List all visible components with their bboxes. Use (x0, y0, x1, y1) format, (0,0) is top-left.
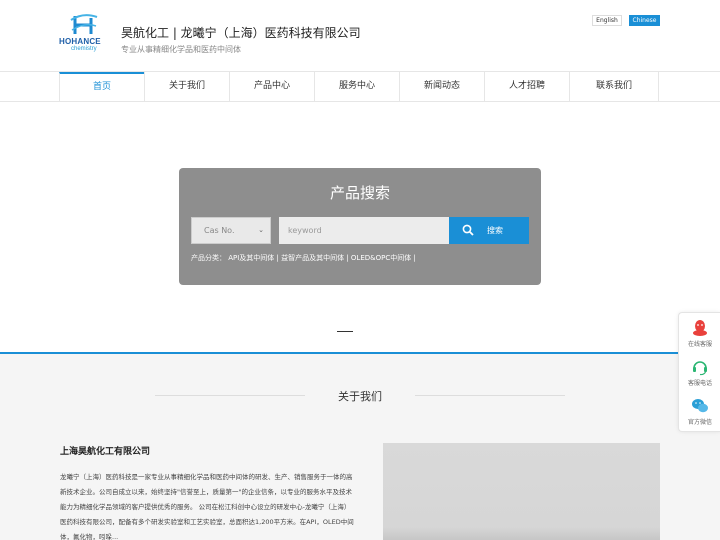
company-name: 昊航化工 | 龙曦宁（上海）医药科技有限公司 (121, 26, 361, 40)
title-line-right (415, 395, 565, 396)
company-slogan: 专业从事精细化学品和医药中间体 (121, 45, 241, 54)
search-input[interactable]: keyword (279, 217, 449, 244)
search-button[interactable]: 搜索 (449, 217, 529, 244)
official-wechat-label: 官方微信 (687, 419, 712, 426)
about-title: 关于我们 (338, 390, 382, 403)
about-description: 龙曦宁（上海）医药科技是一家专业从事精细化学品和医药中间体的研发、生产、销售服务… (60, 473, 354, 540)
nav-item-home[interactable]: 首页 (59, 72, 144, 101)
search-title: 产品搜索 (329, 184, 390, 202)
product-categories[interactable]: 产品分类： API及其中间体 | 益智产品及其中间体 | OLED&OPC中间体… (191, 253, 416, 263)
language-english-button[interactable]: English (592, 15, 622, 26)
chevron-down-icon: ⌄ (258, 226, 264, 234)
headset-icon (693, 361, 707, 376)
section-divider (337, 331, 353, 332)
nav-item-products[interactable]: 产品中心 (229, 72, 314, 101)
qq-icon (693, 320, 707, 336)
about-section: 关于我们 上海昊航化工有限公司 龙曦宁（上海）医药科技是一家专业从事精细化学品和… (0, 352, 720, 540)
wechat-icon (692, 399, 708, 413)
language-chinese-button[interactable]: Chinese (629, 15, 660, 26)
floating-contact-bar: 在线客服 客服电话 官方微信 (678, 312, 720, 432)
logo-sub-text: chemistry (71, 46, 97, 52)
product-search-panel: 产品搜索 Cas No. ⌄ keyword 搜索 产品分类： API及其中间体… (179, 168, 541, 285)
nav-item-contact[interactable]: 联系我们 (569, 72, 659, 101)
search-button-label: 搜索 (487, 226, 503, 235)
online-service-label: 在线客服 (687, 341, 712, 348)
search-type-select[interactable]: Cas No. ⌄ (191, 217, 271, 244)
online-service-button[interactable]: 在线客服 (679, 315, 720, 353)
nav-item-services[interactable]: 服务中心 (314, 72, 399, 101)
site-header: HOHANCE chemistry 昊航化工 | 龙曦宁（上海）医药科技有限公司… (0, 0, 720, 72)
service-phone-label: 客服电话 (687, 380, 712, 387)
hohance-logo[interactable]: HOHANCE chemistry (59, 14, 107, 54)
nav-item-careers[interactable]: 人才招聘 (484, 72, 569, 101)
logo-brand-text: HOHANCE (59, 37, 101, 46)
nav-item-news[interactable]: 新闻动态 (399, 72, 484, 101)
official-wechat-button[interactable]: 官方微信 (679, 393, 720, 431)
nav-item-about[interactable]: 关于我们 (144, 72, 229, 101)
about-company-name: 上海昊航化工有限公司 (60, 447, 151, 457)
search-select-value: Cas No. (204, 226, 235, 235)
logo-mark-icon (70, 14, 98, 34)
service-phone-button[interactable]: 客服电话 (679, 354, 720, 392)
search-icon (462, 224, 474, 236)
main-nav: 首页 关于我们 产品中心 服务中心 新闻动态 人才招聘 联系我们 (0, 71, 720, 102)
about-image (383, 443, 660, 540)
